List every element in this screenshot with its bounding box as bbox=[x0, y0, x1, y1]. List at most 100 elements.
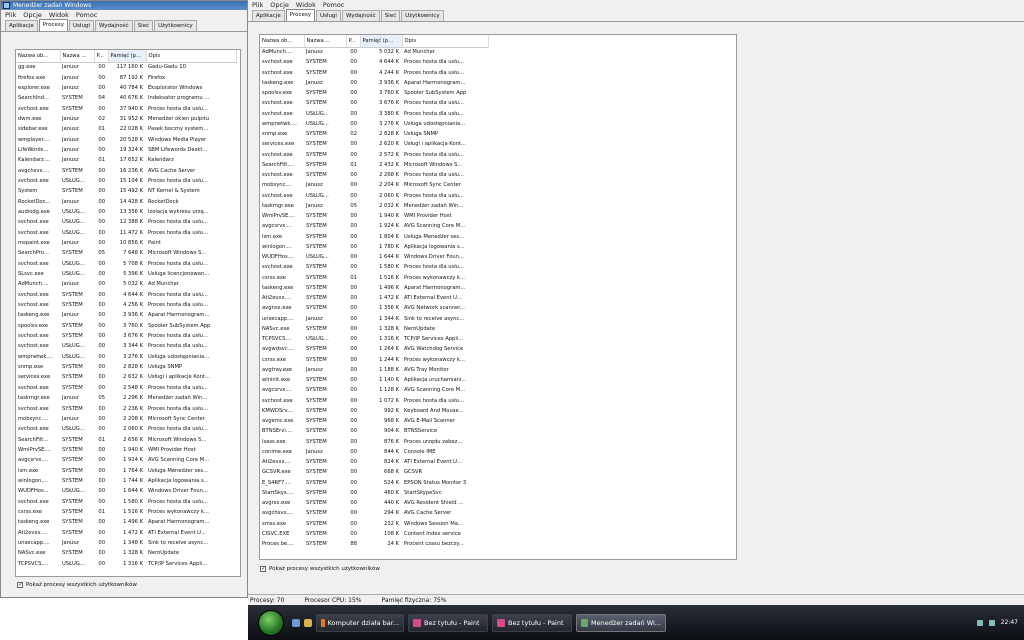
table-row[interactable]: lsm.exe SYSTEM 00 1 804 K Usługa Menedżer se… bbox=[260, 232, 488, 242]
table-row[interactable]: StartSkys.... SYSTEM 00 460 K StartSkypeSvc bbox=[260, 488, 488, 498]
table-row[interactable]: avgwdsvc.... SYSTEM 00 1 264 K AVG Watchdog … bbox=[260, 344, 488, 354]
table-row[interactable]: dwm.exe Janusz 02 31 952 K Menedżer okien pu… bbox=[16, 114, 236, 124]
table-row[interactable]: avgrsx.exe SYSTEM 00 440 K AVG Resident Shie… bbox=[260, 498, 488, 508]
table-row[interactable]: svchost.exe USŁUG... 00 3 344 K Proces hosta… bbox=[16, 341, 236, 351]
table-row[interactable]: System SYSTEM 00 15 492 K NT Kernel & System bbox=[16, 186, 236, 196]
table-row[interactable]: CISVC.EXE SYSTEM 00 108 K Content Index serv… bbox=[260, 529, 488, 539]
table-row[interactable]: taskeng.exe Janusz 00 3 936 K Aparat Harmono… bbox=[260, 78, 488, 88]
table-row[interactable]: taskeng.exe Janusz 00 3 936 K Aparat Harmono… bbox=[16, 310, 236, 320]
table-row[interactable]: smss.exe SYSTEM 00 232 K Windows Session Ma.… bbox=[260, 519, 488, 529]
table-row[interactable]: svchost.exe USŁUG... 00 3 380 K Proces hosta… bbox=[260, 109, 488, 119]
table-row[interactable]: svchost.exe SYSTEM 00 2 548 K Proces hosta d… bbox=[16, 383, 236, 393]
table-row[interactable]: SearchInd... SYSTEM 04 40 676 K Indeksator p… bbox=[16, 93, 236, 103]
table-row[interactable]: wmplayer.... Janusz 00 20 528 K Windows Medi… bbox=[16, 134, 236, 144]
column-header[interactable]: Pamięć (p... bbox=[108, 50, 147, 63]
table-row[interactable]: svchost.exe SYSTEM 00 3 676 K Proces hosta d… bbox=[16, 331, 236, 341]
menu-item[interactable]: Pomoc bbox=[76, 10, 98, 20]
column-header[interactable]: P... bbox=[346, 35, 361, 48]
table-row[interactable]: TCPSVCS.... USŁUG... 00 1 316 K TCP/IP Servi… bbox=[260, 334, 488, 344]
tab-2[interactable]: Usługi bbox=[68, 20, 94, 31]
table-row[interactable]: wininit.exe SYSTEM 00 1 140 K Aplikacja uruc… bbox=[260, 375, 488, 385]
table-row[interactable]: svchost.exe USŁUG... 00 12 388 K Proces host… bbox=[16, 217, 236, 227]
tab-4[interactable]: Sieć bbox=[133, 20, 154, 31]
table-row[interactable]: svchost.exe SYSTEM 00 2 236 K Proces hosta d… bbox=[16, 403, 236, 413]
table-row[interactable]: mobsync.... Janusz 00 2 208 K Microsoft Sync… bbox=[16, 414, 236, 424]
table-row[interactable]: winlogon.... SYSTEM 00 1 744 K Aplikacja log… bbox=[16, 476, 236, 486]
table-row[interactable]: lsass.exe SYSTEM 00 876 K Proces urzędu zabe… bbox=[260, 437, 488, 447]
table-row[interactable]: Proces be.... SYSTEM 88 24 K Procent czasu b… bbox=[260, 539, 488, 549]
table-row[interactable]: svchost.exe SYSTEM 00 3 676 K Proces hosta d… bbox=[260, 98, 488, 108]
table-row[interactable]: conime.exe Janusz 00 844 K Console IME bbox=[260, 447, 488, 457]
table-row[interactable]: svchost.exe SYSTEM 00 2 268 K Proces hosta d… bbox=[260, 170, 488, 180]
table-row[interactable]: WmiPrvSE.... SYSTEM 00 1 940 K WMI Provider … bbox=[260, 211, 488, 221]
table-row[interactable]: SLsvc.exe USŁUG... 00 5 396 K Usługa licencj… bbox=[16, 269, 236, 279]
table-row[interactable]: taskeng.exe SYSTEM 00 1 496 K Aparat Harmono… bbox=[16, 517, 236, 527]
table-row[interactable]: svchost.exe SYSTEM 00 4 644 K Proces hosta d… bbox=[260, 57, 488, 67]
table-row[interactable]: services.exe SYSTEM 00 2 620 K Usługi i apli… bbox=[260, 139, 488, 149]
tab-4[interactable]: Sieć bbox=[380, 10, 401, 21]
table-row[interactable]: Ati2evxx.... SYSTEM 00 1 472 K ATI External … bbox=[16, 527, 236, 537]
column-header[interactable]: Nazwa ... bbox=[304, 35, 347, 48]
table-row[interactable]: avgnsx.exe SYSTEM 00 1 356 K AVG Network sca… bbox=[260, 303, 488, 313]
table-row[interactable]: mspaint.exe Janusz 00 10 856 K Paint bbox=[16, 238, 236, 248]
table-row[interactable]: wmpnetwk.... USŁUG... 00 3 276 K Usługa udos… bbox=[16, 352, 236, 362]
table-row[interactable]: WmiPrvSE.... SYSTEM 00 1 940 K WMI Provider … bbox=[16, 445, 236, 455]
table-row[interactable]: lsm.exe SYSTEM 00 1 764 K Usługa Menedżer se… bbox=[16, 465, 236, 475]
menu-item[interactable]: Plik bbox=[5, 10, 16, 20]
checkbox-box[interactable] bbox=[260, 565, 266, 572]
column-header[interactable]: Opis bbox=[402, 35, 489, 48]
checkbox-box[interactable] bbox=[17, 581, 23, 588]
table-row[interactable]: avgemc.exe SYSTEM 00 968 K AVG E-Mail Scanne… bbox=[260, 416, 488, 426]
taskbar-button[interactable]: Menedżer zadań Wi... bbox=[576, 613, 666, 632]
table-row[interactable]: svchost.exe SYSTEM 00 37 940 K Proces hosta … bbox=[16, 103, 236, 113]
show-all-users-checkbox[interactable]: Pokaż procesy wszystkich użytkowników bbox=[17, 581, 137, 588]
table-row[interactable]: WUDFHos.... USŁUG... 00 1 644 K Windows Driv… bbox=[260, 252, 488, 262]
tab-5[interactable]: Użytkownicy bbox=[154, 20, 197, 31]
table-row[interactable]: NASvc.exe SYSTEM 00 1 328 K NeroUpdate bbox=[16, 548, 236, 558]
taskbar-button[interactable]: Bez tytułu - Paint bbox=[408, 613, 488, 632]
table-row[interactable]: TCPSVCS.... USŁUG... 00 1 316 K TCP/IP Servi… bbox=[16, 559, 236, 569]
table-row[interactable]: KMWDSrv.... SYSTEM 00 992 K Keyboard And Mou… bbox=[260, 406, 488, 416]
menu-item[interactable]: Pomoc bbox=[323, 0, 345, 10]
start-button[interactable] bbox=[258, 609, 284, 636]
table-row[interactable]: svchost.exe SYSTEM 00 2 572 K Proces hosta d… bbox=[260, 150, 488, 160]
column-header[interactable]: Nazwa ... bbox=[60, 50, 95, 63]
table-row[interactable]: spoolsv.exe SYSTEM 00 3 760 K Spooler SubSys… bbox=[16, 321, 236, 331]
table-row[interactable]: svchost.exe USŁUG... 00 11 472 K Proces host… bbox=[16, 228, 236, 238]
table-row[interactable]: taskeng.exe SYSTEM 00 1 496 K Aparat Harmono… bbox=[260, 283, 488, 293]
table-row[interactable]: csrss.exe SYSTEM 00 1 244 K Proces wykonawcz… bbox=[260, 355, 488, 365]
column-header[interactable]: Nazwa ob... bbox=[16, 50, 61, 63]
title-bar[interactable]: Menedżer zadań Windows bbox=[1, 1, 247, 10]
table-row[interactable]: csrss.exe SYSTEM 01 1 516 K Proces wykonawcz… bbox=[260, 273, 488, 283]
table-row[interactable]: unsecapp.... Janusz 00 1 348 K Sink to recei… bbox=[16, 538, 236, 548]
table-row[interactable]: avgcsrvx.... SYSTEM 00 1 924 K AVG Scanning … bbox=[16, 455, 236, 465]
table-row[interactable]: svchost.exe USŁUG... 00 2 060 K Proces hosta… bbox=[16, 424, 236, 434]
table-row[interactable]: SearchFilt... SYSTEM 01 2 656 K Microsoft Wi… bbox=[16, 434, 236, 444]
table-row[interactable]: csrss.exe SYSTEM 01 1 516 K Proces wykonawcz… bbox=[16, 507, 236, 517]
tab-3[interactable]: Wydajność bbox=[341, 10, 380, 21]
table-row[interactable]: wmpnetwk.... USŁUG... 00 3 276 K Usługa udos… bbox=[260, 119, 488, 129]
table-row[interactable]: services.exe SYSTEM 00 2 632 K Usługi i apli… bbox=[16, 372, 236, 382]
table-row[interactable]: taskmgr.exe Janusz 05 2 032 K Menedżer zadań… bbox=[260, 201, 488, 211]
table-row[interactable]: Ati2evxx.... SYSTEM 00 824 K ATI External Ev… bbox=[260, 457, 488, 467]
tab-2[interactable]: Usługi bbox=[315, 10, 341, 21]
tray-icon[interactable] bbox=[988, 619, 995, 626]
table-row[interactable]: AdMunch.... Janusz 00 5 032 K Ad Muncher bbox=[16, 279, 236, 289]
table-row[interactable]: svchost.exe SYSTEM 00 4 256 K Proces hosta d… bbox=[16, 300, 236, 310]
table-row[interactable]: SearchFilt.... SYSTEM 01 2 432 K Microsoft W… bbox=[260, 160, 488, 170]
table-row[interactable]: avgtray.exe Janusz 00 1 188 K AVG Tray Monit… bbox=[260, 365, 488, 375]
process-list[interactable]: Nazwa ob... Nazwa ... P... Pamięć (p... Opis… bbox=[259, 34, 737, 560]
table-row[interactable]: AdMunch.... Janusz 00 5 032 K Ad Muncher bbox=[260, 47, 488, 57]
table-row[interactable]: avgchsvx.... SYSTEM 00 294 K AVG Cache Serve… bbox=[260, 508, 488, 518]
table-row[interactable]: spoolsv.exe SYSTEM 00 3 760 K Spooler SubSys… bbox=[260, 88, 488, 98]
table-row[interactable]: NASvc.exe SYSTEM 00 1 328 K NeroUpdate bbox=[260, 324, 488, 334]
table-row[interactable]: WUDFHos... USŁUG... 00 1 644 K Windows Drive… bbox=[16, 486, 236, 496]
process-list[interactable]: Nazwa ob... Nazwa ... P... Pamięć (p... Opis… bbox=[15, 49, 241, 577]
table-row[interactable]: taskmgr.exe Janusz 05 2 296 K Menedżer zadań… bbox=[16, 393, 236, 403]
column-header[interactable]: Opis bbox=[146, 50, 237, 63]
table-row[interactable]: avgchsvx.... SYSTEM 00 16 236 K AVG Cache Se… bbox=[16, 165, 236, 175]
tab-0[interactable]: Aplikacje bbox=[5, 20, 38, 31]
table-row[interactable]: avgcsrvx.... SYSTEM 00 1 128 K AVG Scanning … bbox=[260, 385, 488, 395]
taskbar-button[interactable]: Komputer działa bar... bbox=[316, 613, 404, 632]
menu-item[interactable]: Plik bbox=[252, 0, 263, 10]
